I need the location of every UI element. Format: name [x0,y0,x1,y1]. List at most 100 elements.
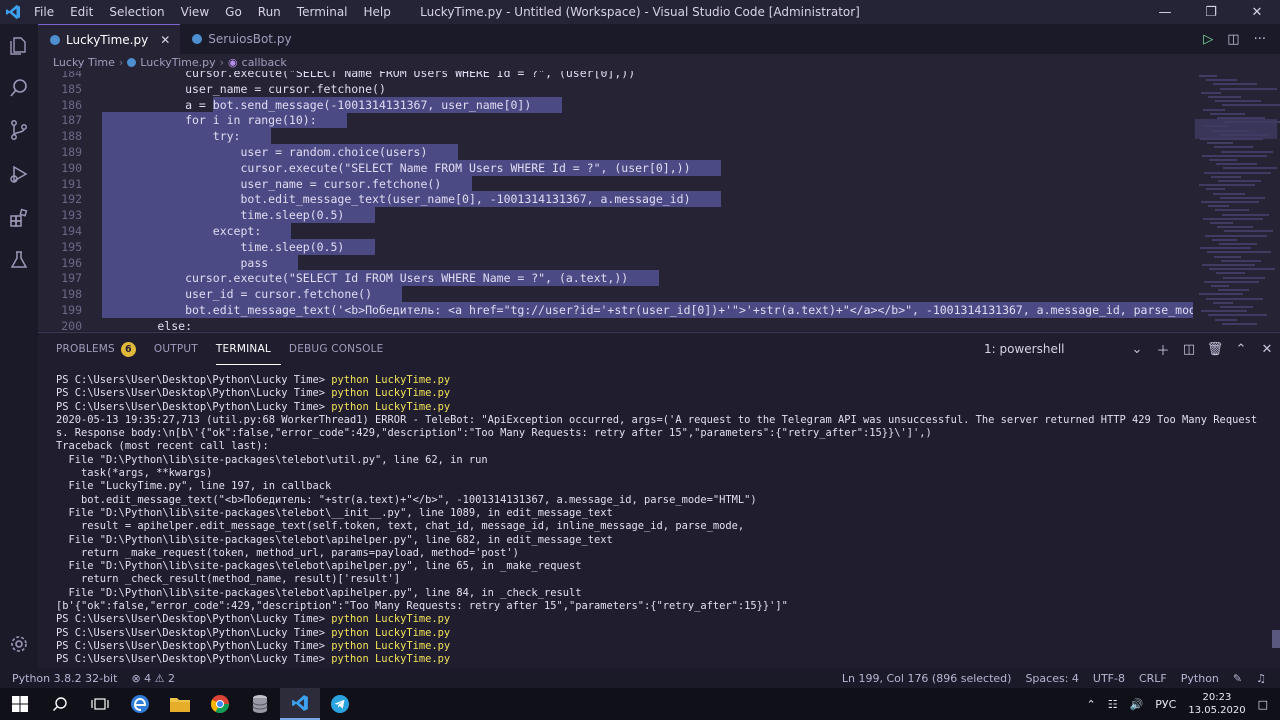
status-cursor-position[interactable]: Ln 199, Col 176 (896 selected) [842,672,1012,685]
vscode-logo-icon[interactable] [0,0,26,24]
split-editor-icon[interactable]: ◫ [1227,32,1239,47]
minimap-line [1204,280,1259,283]
task-view-icon[interactable] [80,688,120,720]
terminal-line: Traceback (most recent call last): [56,440,1268,453]
code-line[interactable]: 186 a = bot.send_message(-1001314131367,… [38,96,1193,113]
extensions-icon[interactable] [0,198,38,238]
code-line[interactable]: 187 for i in range(10): [38,112,1193,129]
terminal-prompt: PS C:\Users\User\Desktop\Python\Lucky Ti… [56,626,332,639]
terminal-text: File "D:\Python\lib\site-packages\telebo… [56,586,582,599]
tray-chevron-up-icon[interactable]: ⌃ [1087,698,1096,711]
close-tab-icon[interactable]: ✕ [160,33,170,47]
code-line[interactable]: 193 time.sleep(0.5) [38,207,1193,224]
code-line[interactable]: 191 user_name = cursor.fetchone() [38,175,1193,192]
explorer-icon[interactable] [0,26,38,66]
code-line[interactable]: 198 user_id = cursor.fetchone() [38,286,1193,303]
tab-problems-label: PROBLEMS [56,343,115,355]
chrome-browser-icon[interactable] [200,688,240,720]
status-indentation[interactable]: Spaces: 4 [1025,672,1078,685]
menu-terminal[interactable]: Terminal [289,0,356,24]
clock-date: 13.05.2020 [1188,705,1246,716]
breadcrumb-folder[interactable]: Lucky Time [53,56,115,69]
action-center-icon[interactable]: □ [1258,698,1268,711]
source-control-icon[interactable] [0,110,38,150]
split-terminal-icon[interactable]: ◫ [1176,342,1202,357]
breadcrumb-file[interactable]: LuckyTime.py [140,56,215,69]
vscode-taskbar-icon[interactable] [280,688,320,720]
minimap-line [1212,238,1237,241]
code-line[interactable]: 199 bot.edit_message_text('<b>Победитель… [38,302,1193,318]
restore-icon[interactable]: ❐ [1188,0,1234,24]
edge-browser-icon[interactable] [120,688,160,720]
code-line[interactable]: 188 try: [38,128,1193,145]
code-line[interactable]: 189 user = random.choice(users) [38,144,1193,160]
code-line[interactable]: 197 cursor.execute("SELECT Id FROM Users… [38,270,1193,287]
minimap[interactable] [1193,71,1280,331]
code-line[interactable]: 192 bot.edit_message_text(user_name[0], … [38,191,1193,208]
code-line[interactable]: 194 except: [38,223,1193,239]
terminal-output[interactable]: PS C:\Users\User\Desktop\Python\Lucky Ti… [56,374,1268,667]
tab-problems[interactable]: PROBLEMS 6 [56,333,146,365]
run-file-icon[interactable]: ▷ [1203,32,1213,47]
menu-selection[interactable]: Selection [101,0,172,24]
code-line[interactable]: 190 cursor.execute("SELECT Name FROM Use… [38,159,1193,176]
close-panel-icon[interactable]: ✕ [1254,342,1280,357]
code-line[interactable]: 184 cursor.execute("SELECT Name FROM Use… [38,71,1193,81]
tab-seruiosbot[interactable]: SeruiosBot.py [180,24,301,54]
volume-icon[interactable]: 🔊 [1130,698,1144,711]
more-actions-icon[interactable]: ··· [1254,32,1266,47]
search-icon[interactable] [0,68,38,108]
code-text: bot.edit_message_text(user_name[0], -100… [102,192,691,207]
test-flask-icon[interactable] [0,240,38,280]
line-number: 196 [61,255,82,270]
keyboard-language[interactable]: РУС [1155,698,1176,711]
terminal-select[interactable]: 1: powershell [984,342,1124,356]
tab-debug-console[interactable]: DEBUG CONSOLE [289,333,394,365]
menu-file[interactable]: File [26,0,62,24]
breadcrumb-symbol[interactable]: callback [242,56,287,69]
search-icon[interactable] [40,688,80,720]
file-explorer-icon[interactable] [160,688,200,720]
terminal-scrollbar[interactable] [1272,630,1280,648]
status-encoding[interactable]: UTF-8 [1093,672,1125,685]
system-clock[interactable]: 20:23 13.05.2020 [1188,691,1245,717]
menu-run[interactable]: Run [250,0,289,24]
code-text: cursor.execute("SELECT Id FROM Users WHE… [102,271,629,286]
menu-go[interactable]: Go [217,0,250,24]
code-editor[interactable]: 184 cursor.execute("SELECT Name FROM Use… [38,71,1193,331]
terminal-text: bot.edit_message_text("<b>Победитель: "+… [56,493,757,506]
terminal-line: PS C:\Users\User\Desktop\Python\Lucky Ti… [56,653,1268,666]
tab-output[interactable]: OUTPUT [154,333,208,365]
status-python-interpreter[interactable]: Python 3.8.2 32-bit [12,672,117,685]
feedback-icon[interactable]: ✎ [1233,672,1242,685]
code-line[interactable]: 196 pass [38,254,1193,271]
notifications-bell-icon[interactable]: ♫ [1256,672,1266,685]
code-line[interactable]: 200 else: [38,318,1193,331]
database-app-icon[interactable] [240,688,280,720]
trash-icon[interactable]: 🗑 [1202,342,1228,357]
run-debug-icon[interactable] [0,154,38,194]
status-problems[interactable]: ⊗ 4 ⚠ 2 [131,672,175,685]
code-line[interactable]: 185 user_name = cursor.fetchone() [38,81,1193,97]
tab-terminal[interactable]: TERMINAL [215,333,281,365]
close-window-icon[interactable]: ✕ [1234,0,1280,24]
problems-count-badge: 6 [120,341,136,357]
telegram-icon[interactable] [320,688,360,720]
minimize-icon[interactable]: — [1142,0,1188,24]
status-eol[interactable]: CRLF [1139,672,1167,685]
menu-help[interactable]: Help [356,0,399,24]
code-line[interactable]: 195 time.sleep(0.5) [38,238,1193,255]
terminal-line: PS C:\Users\User\Desktop\Python\Lucky Ti… [56,627,1268,640]
chevron-right-icon: › [219,56,225,69]
network-icon[interactable]: ☷ [1108,698,1118,711]
settings-gear-icon[interactable] [0,624,38,664]
new-terminal-icon[interactable]: ＋ [1150,340,1176,359]
menu-edit[interactable]: Edit [62,0,101,24]
menu-view[interactable]: View [173,0,217,24]
chevron-down-icon[interactable]: ⌄ [1124,342,1150,357]
status-language[interactable]: Python [1181,672,1219,685]
tab-luckytime[interactable]: LuckyTime.py ✕ [38,24,181,54]
terminal-prompt: PS C:\Users\User\Desktop\Python\Lucky Ti… [56,653,332,666]
windows-start-icon[interactable] [0,688,40,720]
maximize-panel-icon[interactable]: ⌃ [1228,342,1254,357]
